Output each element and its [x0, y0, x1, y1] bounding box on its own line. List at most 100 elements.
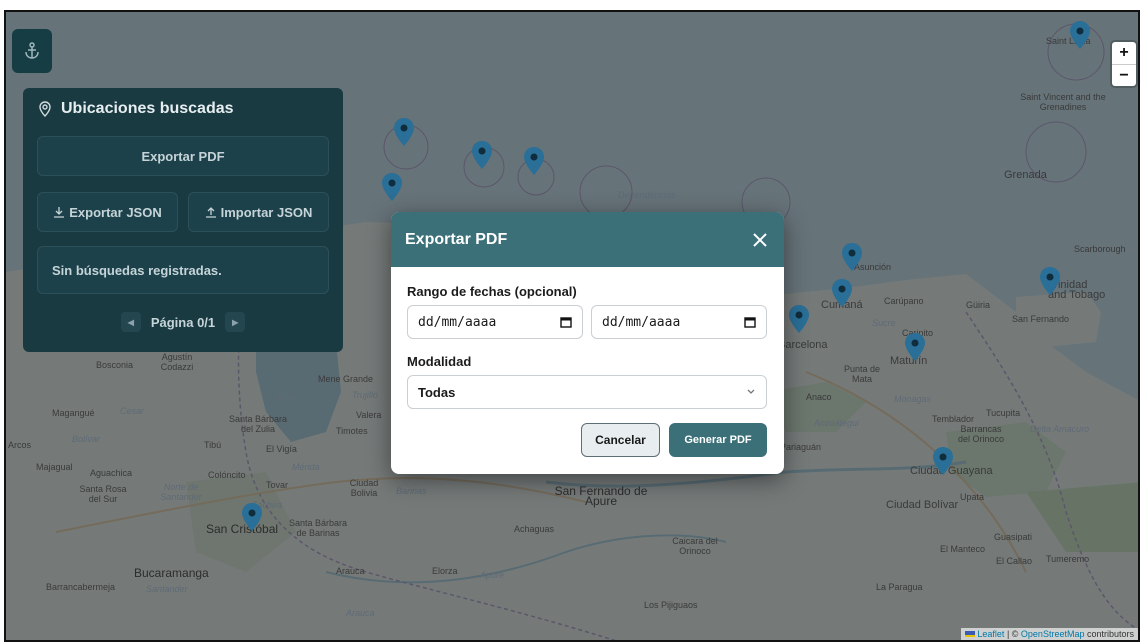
map-label: Tucupita	[986, 408, 1021, 418]
app-window: Saint Lucia Saint Vincent and the Grenad…	[4, 10, 1140, 642]
modality-label: Modalidad	[407, 354, 472, 369]
chevron-down-icon	[747, 389, 755, 394]
cancel-button[interactable]: Cancelar	[581, 423, 660, 457]
zoom-in-button[interactable]: +	[1112, 42, 1136, 64]
map-marker-icon[interactable]	[471, 140, 493, 170]
map-label: El Manteco	[940, 544, 986, 554]
map-attribution: Leaflet | © OpenStreetMap contributors	[961, 628, 1138, 640]
attribution-separator: | ©	[1004, 629, 1021, 639]
map-marker-icon[interactable]	[932, 446, 954, 476]
map-marker-icon[interactable]	[523, 146, 545, 176]
map-label: Anzoátegui	[814, 418, 860, 428]
generate-pdf-button[interactable]: Generar PDF	[669, 423, 767, 457]
map-label: Tibú	[204, 440, 222, 450]
map-label: Barinas	[396, 486, 427, 496]
map-label: Scarborough	[1074, 244, 1126, 254]
map-label: Barrancabermeja	[46, 582, 116, 592]
map-label: Ciudad Bolivia	[349, 478, 379, 498]
download-icon	[54, 207, 65, 218]
map-marker-icon[interactable]	[241, 502, 263, 532]
panel-title: Ubicaciones buscadas	[61, 100, 234, 117]
modality-select[interactable]: Todas	[407, 375, 767, 409]
map-label: Majagual	[36, 462, 73, 472]
map-label: Guasipati	[994, 532, 1033, 542]
map-label: Agustín Codazzi	[160, 352, 194, 372]
map-label: Santa Bárbara de Barinas	[288, 518, 348, 538]
map-label: Saint Vincent and the Grenadines	[1020, 92, 1106, 112]
map-label: Bosconia	[96, 360, 134, 370]
map-marker-icon[interactable]	[381, 172, 403, 202]
map-label: Santander	[146, 584, 188, 594]
page-indicator: Página 0/1	[150, 314, 216, 330]
map-label: Magangué	[52, 408, 95, 418]
end-date-input[interactable]: dd/mm/aaaa	[591, 305, 767, 339]
start-date-input[interactable]: dd/mm/aaaa	[407, 305, 583, 339]
flag-icon	[965, 631, 976, 637]
map-label: Barcelona	[778, 339, 828, 351]
close-icon[interactable]	[750, 230, 770, 250]
map-label: Santa Bárbara del Zulia	[228, 414, 288, 434]
dialog-header: Exportar PDF	[391, 212, 784, 267]
export-json-button[interactable]: Exportar JSON	[37, 192, 178, 232]
map-label: Ciudad Bolívar	[886, 499, 959, 511]
zoom-out-button[interactable]: −	[1112, 64, 1136, 86]
map-label: Apure	[480, 570, 505, 580]
export-pdf-button[interactable]: Exportar PDF	[37, 136, 329, 176]
next-page-button[interactable]: ▶	[225, 312, 246, 332]
pagination: ◀ Página 0/1 ▶	[23, 312, 343, 332]
upload-icon	[205, 207, 216, 218]
import-json-label: Importar JSON	[220, 204, 313, 220]
location-pin-icon	[39, 101, 51, 117]
map-marker-icon[interactable]	[841, 242, 863, 272]
osm-link[interactable]: OpenStreetMap	[1021, 629, 1085, 639]
map-label: Arcos	[8, 440, 32, 450]
map-label: Arauca	[346, 608, 375, 618]
map-label: Dependencias	[618, 190, 676, 200]
calendar-icon[interactable]	[744, 316, 756, 328]
map-label: Upata	[960, 492, 985, 502]
modality-selected-value: Todas	[418, 384, 456, 400]
map-label: Pariaguán	[780, 442, 822, 452]
anchor-toggle-button[interactable]	[12, 29, 52, 73]
map-marker-icon[interactable]	[788, 304, 810, 334]
map-label: Mene Grande	[318, 374, 374, 384]
map-label: Trujillo	[352, 390, 378, 400]
leaflet-link[interactable]: Leaflet	[977, 629, 1004, 639]
map-label: Tumeremo	[1046, 554, 1090, 564]
map-label: Güiria	[966, 300, 991, 310]
map-label: Santa Rosa del Sur	[79, 484, 127, 504]
map-label: Arauca	[336, 566, 365, 576]
map-label: El Vigía	[266, 444, 297, 454]
map-label: La Paragua	[876, 582, 923, 592]
map-label: Carúpano	[884, 296, 924, 306]
map-label: Valera	[356, 410, 382, 420]
map-label: Sucre	[872, 318, 896, 328]
dialog-title: Exportar PDF	[405, 230, 508, 248]
calendar-icon[interactable]	[560, 316, 572, 328]
map-label: Monagas	[894, 394, 932, 404]
map-label: Aguachica	[90, 468, 133, 478]
empty-state-message: Sin búsquedas registradas.	[37, 246, 329, 294]
attribution-tail: contributors	[1084, 629, 1134, 639]
panel-header: Ubicaciones buscadas	[37, 100, 329, 118]
map-label: Delta Amacuro	[1030, 424, 1090, 434]
map-marker-icon[interactable]	[831, 278, 853, 308]
map-marker-icon[interactable]	[904, 332, 926, 362]
map-label: Mérida	[292, 462, 320, 472]
start-date-placeholder: dd/mm/aaaa	[418, 314, 497, 330]
map-label: San Fernando de Apure	[554, 484, 648, 508]
map-label: Grenada	[1004, 169, 1047, 181]
map-label: El Callao	[996, 556, 1033, 566]
import-json-button[interactable]: Importar JSON	[188, 192, 329, 232]
map-marker-icon[interactable]	[393, 117, 415, 147]
map-marker-icon[interactable]	[1039, 266, 1061, 296]
map-label: Cesar	[120, 406, 145, 416]
map-label: Caicara del Orinoco	[672, 536, 718, 556]
map-label: Bucaramanga	[134, 566, 209, 580]
anchor-icon	[25, 42, 39, 59]
map-marker-icon[interactable]	[1069, 20, 1091, 50]
zoom-control: + −	[1112, 42, 1136, 86]
export-pdf-dialog: Exportar PDF Rango de fechas (opcional) …	[391, 212, 784, 474]
prev-page-button[interactable]: ◀	[120, 312, 141, 332]
map-label: Barrancas del Orinoco	[957, 424, 1005, 444]
